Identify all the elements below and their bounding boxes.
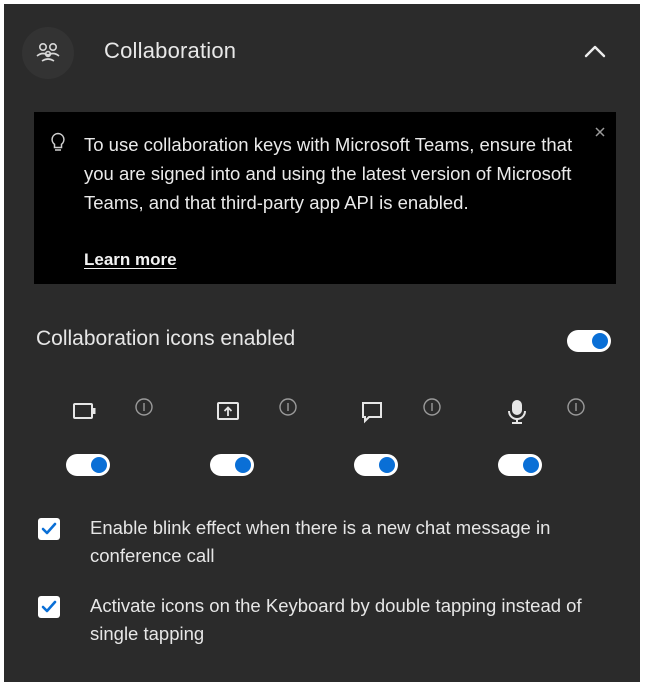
video-toggle[interactable] (66, 454, 110, 476)
people-collaboration-icon (22, 27, 74, 79)
collaboration-icons-toggle[interactable] (567, 330, 611, 352)
learn-more-link[interactable]: Learn more (84, 250, 177, 270)
teams-notice-banner: To use collaboration keys with Microsoft… (34, 112, 616, 284)
toggle-knob (592, 333, 608, 349)
info-icon[interactable] (134, 397, 154, 417)
chat-icon (360, 400, 386, 429)
video-camera-icon (72, 400, 102, 427)
collaboration-panel: Collaboration To use collaboration keys … (4, 4, 640, 682)
chat-toggle[interactable] (354, 454, 398, 476)
toggle-knob (235, 457, 251, 473)
info-icon[interactable] (278, 397, 298, 417)
microphone-icon (506, 398, 528, 431)
collaboration-icons-label: Collaboration icons enabled (36, 327, 296, 350)
info-icon[interactable] (422, 397, 442, 417)
toggle-knob (523, 457, 539, 473)
info-icon[interactable] (566, 397, 586, 417)
blink-effect-checkbox[interactable] (38, 518, 60, 540)
notice-message: To use collaboration keys with Microsoft… (84, 134, 573, 213)
collaboration-header[interactable]: Collaboration (4, 4, 640, 92)
share-screen-toggle[interactable] (210, 454, 254, 476)
blink-effect-label: Enable blink effect when there is a new … (90, 517, 551, 566)
double-tap-checkbox[interactable] (38, 596, 60, 618)
toggle-knob (379, 457, 395, 473)
toggle-knob (91, 457, 107, 473)
checkmark-icon (41, 522, 57, 535)
chevron-up-icon[interactable] (580, 36, 610, 66)
section-title: Collaboration (104, 38, 237, 63)
close-icon[interactable] (592, 124, 608, 140)
share-screen-icon (216, 400, 242, 429)
lightbulb-icon (50, 132, 66, 159)
checkmark-icon (41, 600, 57, 613)
double-tap-label: Activate icons on the Keyboard by double… (90, 595, 582, 644)
microphone-toggle[interactable] (498, 454, 542, 476)
